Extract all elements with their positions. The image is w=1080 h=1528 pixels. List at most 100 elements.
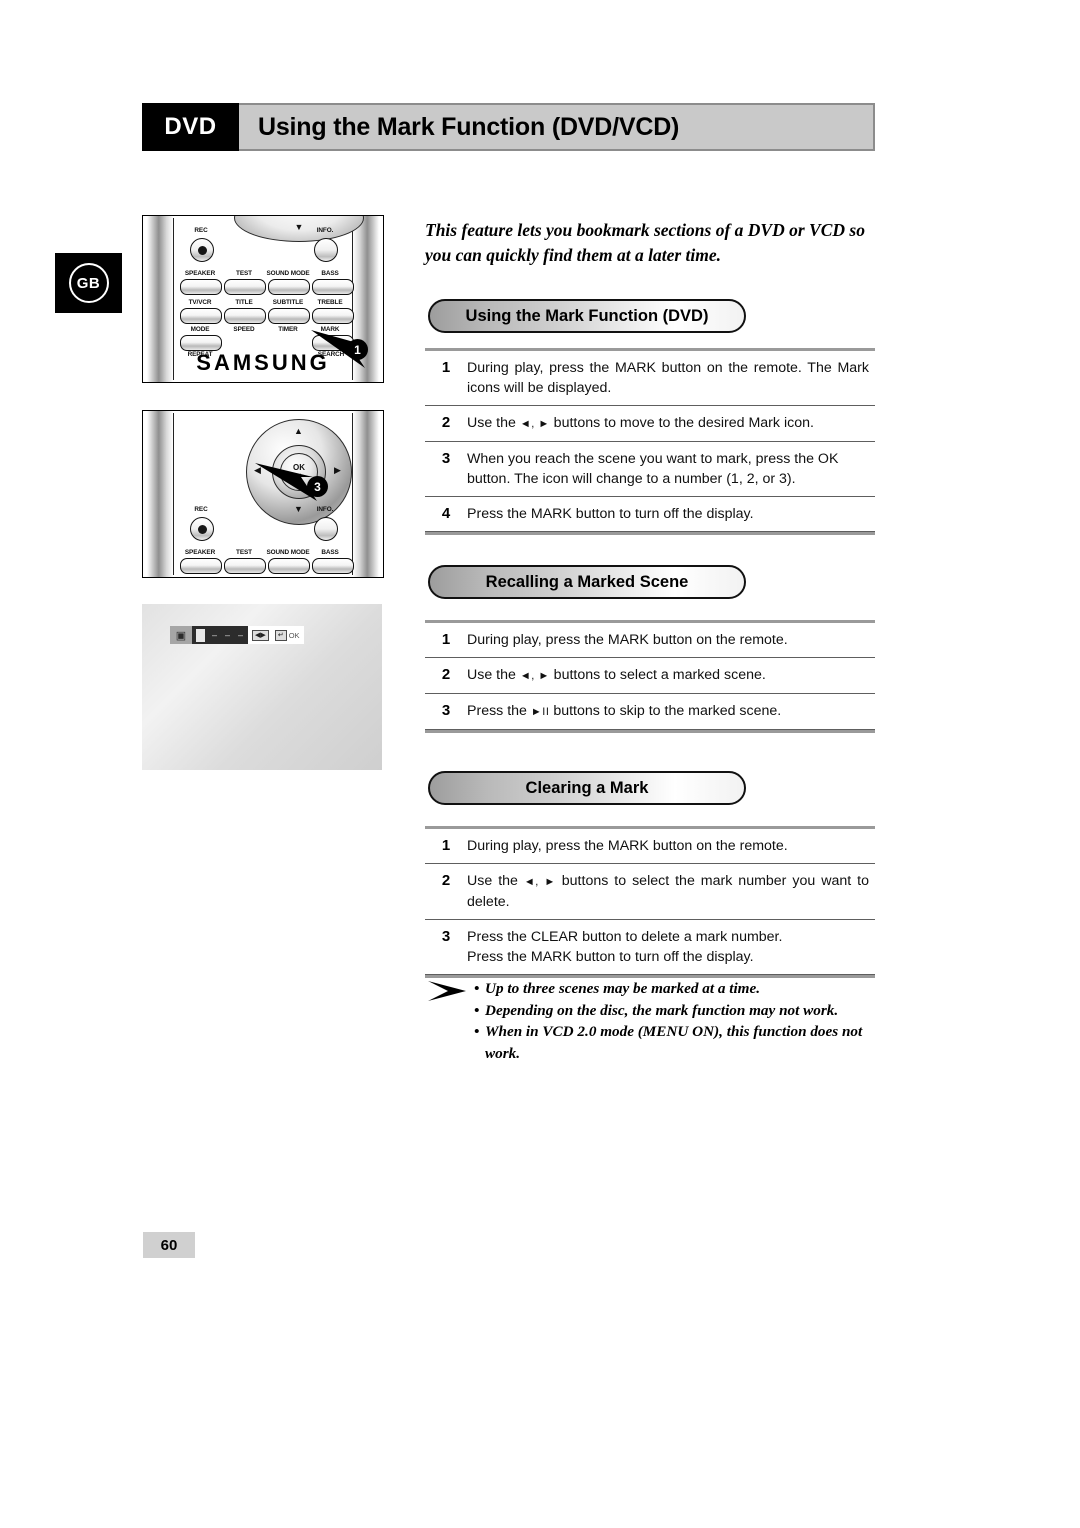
step-number: 2 xyxy=(441,666,451,683)
step-text: Use the ◄, ► buttons to select a marked … xyxy=(467,665,875,686)
rec-dot-icon xyxy=(197,245,207,255)
remote-side-left xyxy=(147,216,173,382)
chevron-down-icon: ▼ xyxy=(294,222,304,232)
step-text: Press the MARK button to turn off the di… xyxy=(467,506,754,522)
remote-label-bass: BASS xyxy=(321,270,339,277)
remote-button-subtitle xyxy=(268,308,310,324)
page-header-tag: DVD xyxy=(142,103,239,151)
section-header-clearing-a-mark: Clearing a Mark xyxy=(428,771,746,805)
intro-paragraph: This feature lets you bookmark sections … xyxy=(425,220,865,265)
step-text: Press the ►II buttons to skip to the mar… xyxy=(467,701,875,722)
left-right-arrow-icons: ◄, ► xyxy=(519,670,550,682)
remote-label-speaker: SPEAKER xyxy=(184,270,216,277)
remote-side-right-2 xyxy=(353,411,379,577)
step-row: 1 During play, press the MARK button on … xyxy=(425,623,875,658)
remote-label-info: INFO. xyxy=(316,227,334,234)
osd-ok-label: OK xyxy=(288,630,300,640)
section-header-recalling-marked-scene: Recalling a Marked Scene xyxy=(428,565,746,599)
remote-label-info-2: INFO. xyxy=(316,506,334,513)
remote-button-speaker xyxy=(180,279,222,295)
step-row: 2 Use the ◄, ► buttons to move to the de… xyxy=(425,406,875,442)
step-row: 3 When you reach the scene you want to m… xyxy=(425,442,875,497)
step-number: 4 xyxy=(441,505,451,522)
steps-list-recalling-marked-scene: 1 During play, press the MARK button on … xyxy=(425,620,875,733)
osd-ok-hint: ↵ OK xyxy=(274,629,300,641)
remote-label-speed: SPEED xyxy=(233,326,255,333)
remote-label-timer: TIMER xyxy=(278,326,298,333)
step-number: 1 xyxy=(441,837,451,854)
step-text-after: buttons to move to the desired Mark icon… xyxy=(549,415,814,431)
remote-button-tvvcr xyxy=(180,308,222,324)
step-row: 3 Press the ►II buttons to skip to the m… xyxy=(425,694,875,730)
note-text: When in VCD 2.0 mode (MENU ON), this fun… xyxy=(485,1023,863,1062)
remote-button-bass xyxy=(312,279,354,295)
region-badge-label: GB xyxy=(68,263,109,303)
step-number: 1 xyxy=(441,359,451,376)
step-text: When you reach the scene you want to mar… xyxy=(467,451,839,487)
remote-label-test-2: TEST xyxy=(236,549,252,556)
remote-label-sound-mode-2: SOUND MODE xyxy=(266,549,310,556)
callout-badge-3: 3 xyxy=(307,476,328,497)
notes-list: • Up to three scenes may be marked at a … xyxy=(474,978,878,1064)
step-row: 3 Press the CLEAR button to delete a mar… xyxy=(425,920,875,975)
remote-label-treble: TREBLE xyxy=(317,299,343,306)
play-pause-icon: ►II xyxy=(530,706,550,718)
region-badge: GB xyxy=(55,253,122,313)
note-text: Depending on the disc, the mark function… xyxy=(485,1001,839,1019)
remote-button-bass-2 xyxy=(312,558,354,574)
remote-button-mode xyxy=(180,335,222,351)
remote-label-subtitle: SUBTITLE xyxy=(272,299,304,306)
enter-key-icon: ↵ xyxy=(274,629,287,641)
steps-rule-bottom-2 xyxy=(425,730,875,733)
osd-slot-dash-3: – xyxy=(238,630,245,640)
remote-label-rec-2: REC xyxy=(194,506,208,513)
step-number: 2 xyxy=(441,872,451,889)
step-row: 1 During play, press the MARK button on … xyxy=(425,829,875,864)
note-bullet-icon: • xyxy=(474,1023,480,1040)
remote-top-arc: ▼ xyxy=(234,216,364,242)
osd-slot-dash-1: – xyxy=(212,630,219,640)
page-title: Using the Mark Function (DVD/VCD) xyxy=(258,112,680,141)
step-text-before: Use the xyxy=(467,415,520,431)
step-row: 2 Use the ◄, ► buttons to select the mar… xyxy=(425,864,875,920)
step-text: Use the ◄, ► buttons to move to the desi… xyxy=(467,413,875,434)
step-text: Press the CLEAR button to delete a mark … xyxy=(467,929,783,965)
osd-nav-hints: ◀▶ ↵ OK xyxy=(248,626,304,644)
left-right-arrow-icons: ◄, ► xyxy=(519,418,550,430)
remote-button-test xyxy=(224,279,266,295)
note-bullet-icon: • xyxy=(474,980,480,997)
remote-button-info-2 xyxy=(314,517,338,541)
illustration-remote-mark-button: ▼ REC INFO. SPEAKER TEST SOUND MODE BASS… xyxy=(142,215,384,383)
remote-label-mode: MODE xyxy=(190,326,210,333)
remote-button-sound-mode xyxy=(268,279,310,295)
osd-mark-bar: ▣ – – – ◀▶ ↵ OK xyxy=(170,626,304,644)
notes-block: • Up to three scenes may be marked at a … xyxy=(428,978,878,1064)
remote-label-bass-2: BASS xyxy=(321,549,339,556)
step-text: During play, press the MARK button on th… xyxy=(467,838,788,854)
note-item: • Up to three scenes may be marked at a … xyxy=(474,978,878,1000)
note-item: • When in VCD 2.0 mode (MENU ON), this f… xyxy=(474,1021,878,1064)
steps-rule-bottom-1 xyxy=(425,532,875,535)
remote-label-tvvcr: TV/VCR xyxy=(188,299,212,306)
step-text: During play, press the MARK button on th… xyxy=(467,632,788,648)
remote-button-title xyxy=(224,308,266,324)
note-item: • Depending on the disc, the mark functi… xyxy=(474,1000,878,1022)
step-number: 3 xyxy=(441,450,451,467)
steps-list-using-mark-function: 1 During play, press the MARK button on … xyxy=(425,348,875,535)
remote-button-speaker-2 xyxy=(180,558,222,574)
remote-label-test: TEST xyxy=(236,270,252,277)
note-text: Up to three scenes may be marked at a ti… xyxy=(485,980,761,997)
remote-button-rec-2 xyxy=(190,517,214,541)
steps-list-clearing-a-mark: 1 During play, press the MARK button on … xyxy=(425,826,875,978)
step-number: 3 xyxy=(441,928,451,945)
step-text-before: Use the xyxy=(467,873,524,889)
step-text: Use the ◄, ► buttons to select the mark … xyxy=(467,871,875,912)
left-right-arrows-icon: ◀▶ xyxy=(252,629,269,641)
remote-button-treble xyxy=(312,308,354,324)
remote-label-rec: REC xyxy=(194,227,208,234)
remote-label-speaker-2: SPEAKER xyxy=(184,549,216,556)
osd-mark-slots: – – – xyxy=(192,626,249,644)
remote-label-sound-mode: SOUND MODE xyxy=(266,270,310,277)
osd-slot-1 xyxy=(196,628,205,642)
callout-badge-1: 1 xyxy=(347,339,368,360)
